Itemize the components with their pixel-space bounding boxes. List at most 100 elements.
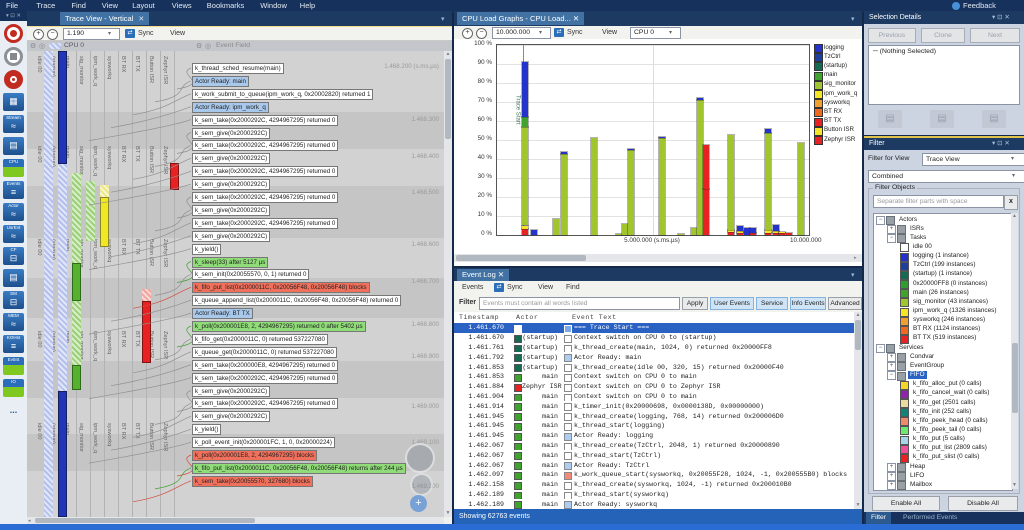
log-row[interactable]: 1.462.067maink_thread_create(TzCtrl, 204… (454, 441, 854, 451)
tree-item[interactable]: −FIFO (874, 371, 1012, 380)
tree-item[interactable]: k_fifo_put_list (2809 calls) (874, 444, 1012, 453)
log-row[interactable]: 1.461.884Zephyr ISRContext switch on CPU… (454, 382, 854, 392)
sync-icon[interactable]: ⇄ (554, 28, 564, 37)
elog-button-info-events[interactable]: Info Events (790, 297, 826, 310)
tree-item[interactable]: k_fifo_put (5 calls) (874, 435, 1012, 444)
event-label[interactable]: k_sem_take(0x2000292C, 4294967295) retur… (192, 192, 338, 203)
scroll-thumb-h[interactable] (456, 255, 586, 261)
elog-menu-find[interactable]: Find (566, 284, 580, 291)
tab-performed-events[interactable]: Performed Events (898, 512, 962, 524)
event-label[interactable]: k_poll(0x200001E8, 2, 4294967295) blocks (192, 450, 317, 461)
float-add-button[interactable]: + (410, 495, 427, 512)
tab-close-icon[interactable]: ✕ (138, 16, 144, 23)
tree-item[interactable]: 0x20000FF8 (0 instances) (874, 279, 1012, 288)
log-row[interactable]: 1.461.904mainContext switch on CPU 0 to … (454, 392, 854, 402)
tree-expander-icon[interactable]: + (887, 362, 896, 371)
log-row[interactable]: 1.462.067maink_thread_start(TzCtrl) (454, 450, 854, 460)
tree-expander-icon[interactable]: + (887, 225, 896, 234)
zoom-out-button[interactable]: − (476, 28, 487, 39)
scroll-thumb[interactable] (855, 320, 861, 350)
log-row[interactable]: 1.461.945maink_thread_create(logging, 76… (454, 411, 854, 421)
tree-item[interactable]: k_fifo_get (2501 calls) (874, 398, 1012, 407)
log-row[interactable]: 1.461.792(startup)Actor Ready: main (454, 352, 854, 362)
zoom-out-button[interactable]: − (47, 29, 58, 40)
gear-icon-2[interactable]: ⚙ (196, 42, 202, 50)
tree-expander-icon[interactable]: + (887, 353, 896, 362)
cpu-sync-label[interactable]: Sync (567, 29, 583, 36)
tree-item[interactable]: +LIFO (874, 471, 1012, 480)
log-row[interactable]: 1.461.914maink_timer_init(0x20000698, 0x… (454, 401, 854, 411)
filter-search-clear-button[interactable]: x (1004, 195, 1018, 210)
scroll-down-icon[interactable]: ▼ (445, 510, 451, 516)
scroll-down-icon[interactable]: ▼ (855, 502, 861, 508)
io-graph-icon[interactable]: IO (3, 379, 24, 397)
seldet-tool-icon-0[interactable]: ▤ (878, 110, 902, 128)
elog-filter-input[interactable]: Events must contain all words listed (479, 297, 680, 310)
event-label[interactable]: k_poll(0x200001E8, 2, 4294967295) return… (192, 321, 366, 332)
event-label[interactable]: k_queue_get(0x2000011C, 0) returned 5372… (192, 347, 337, 358)
event-label[interactable]: k_sem_give(0x2000292C) (192, 153, 270, 164)
cpu-hscrollbar[interactable]: ▸ (454, 254, 862, 262)
event-label[interactable]: k_queue_append_list(0x2000011C, 0x20056F… (192, 295, 401, 306)
kernel-object-history-icon[interactable]: KOHst≡ (3, 335, 24, 353)
tab-trace-view-vertical[interactable]: Trace View - Vertical✕ (60, 12, 149, 25)
tree-item[interactable]: ipm_work_q (1326 instances) (874, 307, 1012, 316)
elog-menu-view[interactable]: View (538, 284, 553, 291)
memory-graph-icon[interactable]: MEM≈ (3, 313, 24, 331)
col-actor[interactable]: Actor (516, 314, 538, 321)
event-label[interactable]: k_sem_take(0x2000292C, 4294967295) retur… (192, 166, 338, 177)
state-machine-icon[interactable]: SM⊟ (3, 291, 24, 309)
cpu-load-icon[interactable]: CPU (3, 159, 24, 177)
tree-item[interactable]: k_fifo_peek_head (0 calls) (874, 416, 1012, 425)
scroll-right-icon[interactable]: ▸ (854, 255, 857, 261)
scroll-up-icon[interactable]: ▲ (1012, 213, 1018, 219)
tree-item[interactable]: (startup) (1 instance) (874, 270, 1012, 279)
tree-item[interactable]: TzCtrl (199 instances) (874, 261, 1012, 270)
event-label[interactable]: k_sem_give(0x2000292C) (192, 411, 270, 422)
enable-all-button[interactable]: Enable All (872, 496, 940, 511)
elog-button-advanced[interactable]: Advanced (828, 297, 862, 310)
tree-expander-icon[interactable]: − (887, 234, 896, 243)
log-row[interactable]: 1.462.189maink_thread_start(sysworkq) (454, 490, 854, 500)
event-label[interactable]: k_sem_take(0x2000292C, 4294967295) retur… (192, 218, 338, 229)
elog-vscrollbar[interactable]: ▲▼ (854, 312, 862, 509)
collapse-icon-2[interactable]: ◎ (205, 42, 211, 50)
tree-item[interactable]: −Actors (874, 215, 1012, 224)
log-row[interactable]: 1.461.670=== Trace Start === (454, 323, 854, 333)
trace-blocks-icon[interactable]: ▤ (3, 269, 24, 287)
event-label[interactable]: k_work_submit_to_queue(ipm_work_q, 0x200… (192, 89, 373, 100)
event-label[interactable]: k_thread_sched_resume(main) (192, 63, 284, 74)
trace-view-menu[interactable]: View (170, 30, 185, 37)
log-row[interactable]: 1.461.945maink_thread_start(logging) (454, 421, 854, 431)
tree-expander-icon[interactable]: + (887, 481, 896, 490)
event-label[interactable]: k_sem_take(0x20055570, 327680) blocks (192, 476, 313, 487)
log-row[interactable]: 1.461.670(startup)Context switch on CPU … (454, 333, 854, 343)
tree-item[interactable]: BT TX (519 instances) (874, 334, 1012, 343)
event-label[interactable]: k_poll_event_init(0x200001FC, 1, 0, 0x20… (192, 437, 335, 448)
event-label[interactable]: k_sem_give(0x2000292C) (192, 179, 270, 190)
log-row[interactable]: 1.461.945mainActor Ready: logging (454, 431, 854, 441)
tree-item[interactable]: +Heap (874, 462, 1012, 471)
tree-expander-icon[interactable]: − (876, 344, 885, 353)
event-label[interactable]: k_sem_give(0x2000292C) (192, 231, 270, 242)
elog-button-apply[interactable]: Apply (682, 297, 708, 310)
tree-expander-icon[interactable]: + (887, 463, 896, 472)
more-views-icon[interactable]: ... (2, 407, 25, 417)
event-label[interactable]: k_yield() (192, 244, 221, 255)
seldet-next-button[interactable]: Next (970, 28, 1020, 43)
tree-expander-icon[interactable]: − (887, 371, 896, 380)
elog-menu-events[interactable]: Events (462, 284, 483, 291)
tree-item[interactable]: idle 00 (874, 242, 1012, 251)
scroll-thumb[interactable] (1012, 343, 1018, 413)
log-row[interactable]: 1.462.097maink_work_queue_start(sysworkq… (454, 470, 854, 480)
event-label[interactable]: Actor Ready: main (192, 76, 249, 87)
tree-item[interactable]: k_fifo_init (252 calls) (874, 407, 1012, 416)
trace-sync-label[interactable]: Sync (138, 30, 154, 37)
float-zoom-button[interactable] (405, 443, 435, 473)
tree-checkbox[interactable] (897, 481, 906, 490)
filter-view-combo[interactable]: Trace View▾ (922, 153, 1024, 166)
scroll-thumb-h[interactable] (35, 518, 255, 523)
trace-zoom-combo[interactable]: 1.190▾ (63, 28, 120, 40)
tree-item[interactable]: +Condvar (874, 352, 1012, 361)
event-label[interactable]: k_sem_init(0x20055570, 0, 1) returned 0 (192, 269, 309, 280)
